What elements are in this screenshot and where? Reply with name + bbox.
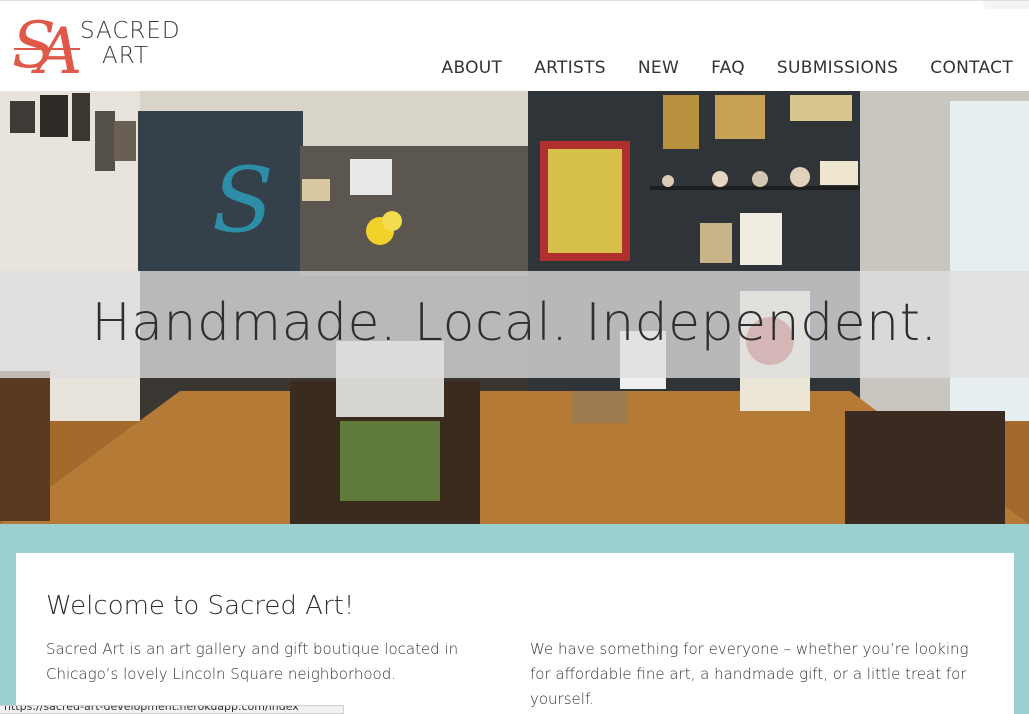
nav-new[interactable]: NEW <box>622 57 695 79</box>
nav-contact[interactable]: CONTACT <box>914 57 1013 79</box>
site-header: S A SACRED ART ABOUT ARTISTS NEW FAQ SUB… <box>0 0 1029 91</box>
svg-text:S: S <box>212 148 274 253</box>
sa-monogram-logo: S A <box>12 9 82 87</box>
welcome-text-right: We have something for everyone – whether… <box>530 640 969 708</box>
logo-wordmark: SACRED ART <box>80 19 181 69</box>
nav-artists[interactable]: ARTISTS <box>518 57 622 79</box>
welcome-text-left: Sacred Art is an art gallery and gift bo… <box>46 640 459 683</box>
logo-line-art: ART <box>102 43 150 69</box>
site-logo-link[interactable]: S A SACRED ART <box>10 5 180 89</box>
hero-banner: S Handmade. Local. Independent. <box>0 91 1029 524</box>
hero-headline: Handmade. Local. Independent. <box>91 293 938 353</box>
status-url: https://sacred-art-development.herokuapp… <box>4 705 299 713</box>
nav-about[interactable]: ABOUT <box>426 57 519 79</box>
welcome-heading: Welcome to Sacred Art! <box>46 591 355 621</box>
nav-faq[interactable]: FAQ <box>695 57 761 79</box>
welcome-card: Welcome to Sacred Art! Sacred Art is an … <box>16 553 1014 714</box>
svg-text:A: A <box>31 15 82 87</box>
nav-submissions[interactable]: SUBMISSIONS <box>761 57 914 79</box>
browser-status-bar: https://sacred-art-development.herokuapp… <box>0 705 344 714</box>
logo-line-sacred: SACRED <box>80 18 181 44</box>
browser-corner <box>983 1 1029 9</box>
main-nav: ABOUT ARTISTS NEW FAQ SUBMISSIONS CONTAC… <box>426 57 1013 79</box>
